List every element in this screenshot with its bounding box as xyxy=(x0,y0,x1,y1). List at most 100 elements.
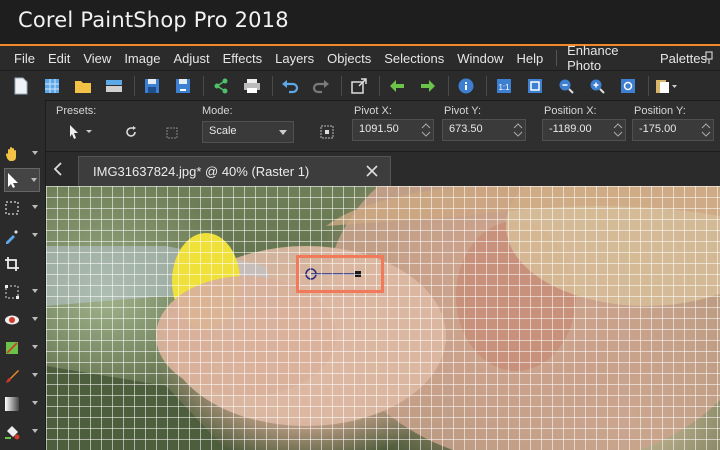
menu-window[interactable]: Window xyxy=(457,51,503,66)
toolbar-separator xyxy=(134,75,135,96)
menu-objects[interactable]: Objects xyxy=(327,51,371,66)
transform-tool[interactable] xyxy=(4,280,40,304)
toolbar-separator xyxy=(341,75,342,96)
red-eye-icon xyxy=(5,315,19,325)
straighten-tool[interactable] xyxy=(4,336,40,360)
position-x-label: Position X: xyxy=(544,105,597,117)
gradient-icon xyxy=(5,397,19,411)
pivot-x-field[interactable]: 1091.50 xyxy=(352,119,434,141)
position-x-value: -1189.00 xyxy=(549,123,592,135)
pivot-x-value: 1091.50 xyxy=(359,123,399,135)
toolbar-separator xyxy=(648,75,649,96)
presets-dropdown[interactable] xyxy=(68,125,96,144)
toolbar-separator xyxy=(379,75,380,96)
title-bar: Corel PaintShop Pro 2018 xyxy=(0,0,720,44)
menu-enhance-photo[interactable]: Enhance Photo xyxy=(567,43,647,73)
pivot-y-field[interactable]: 673.50 xyxy=(442,119,526,141)
document-tab[interactable]: IMG31637824.jpg* @ 40% (Raster 1) xyxy=(78,156,391,186)
chevron-left-icon[interactable] xyxy=(50,160,68,178)
crop-tool[interactable] xyxy=(4,252,40,276)
selection-tool[interactable] xyxy=(4,196,40,220)
fill-tool[interactable] xyxy=(4,420,40,444)
grid-icon[interactable] xyxy=(41,75,63,97)
mode-label: Mode: xyxy=(202,105,233,117)
resize-icon[interactable] xyxy=(348,75,370,97)
fill-icon xyxy=(5,426,20,440)
position-y-label: Position Y: xyxy=(634,105,686,117)
pin-icon[interactable] xyxy=(704,51,714,65)
menu-effects[interactable]: Effects xyxy=(223,51,263,66)
main-toolbar: 1:1 xyxy=(0,70,720,100)
paint-brush-tool[interactable] xyxy=(4,364,40,388)
dropper-tool[interactable] xyxy=(4,224,40,248)
scan-icon[interactable] xyxy=(103,75,125,97)
spinner-icon[interactable] xyxy=(513,122,523,138)
position-y-value: -175.00 xyxy=(639,123,677,135)
transform-icon xyxy=(5,285,19,299)
menu-layers[interactable]: Layers xyxy=(275,51,314,66)
document-tab-bar: IMG31637824.jpg* @ 40% (Raster 1) xyxy=(46,152,720,186)
menu-help[interactable]: Help xyxy=(516,51,543,66)
pan-icon xyxy=(5,147,16,161)
zoom-100-icon[interactable] xyxy=(617,75,639,97)
menu-separator xyxy=(556,50,558,66)
bounding-box-icon[interactable] xyxy=(166,126,178,144)
paint-brush-icon xyxy=(6,370,19,383)
menu-adjust[interactable]: Adjust xyxy=(173,51,209,66)
tool-options-bar: Presets: Mode: Scale Pivot X: 1091.50 Pi… xyxy=(46,100,720,152)
toolbar-separator xyxy=(203,75,204,96)
share-icon[interactable] xyxy=(210,75,232,97)
red-eye-tool[interactable] xyxy=(4,308,40,332)
spinner-icon[interactable] xyxy=(701,122,711,138)
mode-dropdown[interactable]: Scale xyxy=(202,121,294,143)
document-tab-title: IMG31637824.jpg* @ 40% (Raster 1) xyxy=(93,164,310,179)
dropper-icon xyxy=(6,230,18,244)
svg-text:1:1: 1:1 xyxy=(498,83,510,92)
print-icon[interactable] xyxy=(241,75,263,97)
zoom-in-icon[interactable] xyxy=(586,75,608,97)
pivot-y-value: 673.50 xyxy=(449,123,483,135)
toolbar-separator xyxy=(272,75,273,96)
tools-palette xyxy=(0,100,46,450)
straighten-icon xyxy=(6,342,18,354)
spinner-icon[interactable] xyxy=(421,122,431,138)
menu-view[interactable]: View xyxy=(83,51,111,66)
save-as-icon[interactable] xyxy=(172,75,194,97)
mode-value: Scale xyxy=(209,125,237,137)
info-icon[interactable] xyxy=(455,75,477,97)
menu-file[interactable]: File xyxy=(14,51,35,66)
pan-tool[interactable] xyxy=(4,142,40,166)
pick-tool[interactable] xyxy=(4,168,40,192)
menu-palettes[interactable]: Palettes xyxy=(660,51,707,66)
undo-icon[interactable] xyxy=(279,75,301,97)
zoom-out-icon[interactable] xyxy=(555,75,577,97)
position-x-field[interactable]: -1189.00 xyxy=(542,119,626,141)
menu-bar: File Edit View Image Adjust Effects Laye… xyxy=(0,43,720,73)
forward-icon[interactable] xyxy=(417,75,439,97)
fit-window-icon[interactable]: 1:1 xyxy=(493,75,515,97)
gradient-tool[interactable] xyxy=(4,392,40,416)
new-icon[interactable] xyxy=(10,75,32,97)
pixel-grid-overlay xyxy=(46,186,720,450)
position-y-field[interactable]: -175.00 xyxy=(632,119,714,141)
actual-size-icon[interactable] xyxy=(524,75,546,97)
redo-icon[interactable] xyxy=(310,75,332,97)
crop-icon xyxy=(5,257,19,271)
menu-selections[interactable]: Selections xyxy=(384,51,444,66)
save-icon[interactable] xyxy=(141,75,163,97)
chevron-down-icon xyxy=(279,130,287,135)
pivot-y-label: Pivot Y: xyxy=(444,105,482,117)
paste-icon[interactable] xyxy=(655,75,677,97)
back-icon[interactable] xyxy=(386,75,408,97)
selection-icon xyxy=(5,201,19,215)
image-canvas[interactable] xyxy=(46,186,720,450)
close-icon[interactable] xyxy=(366,165,378,177)
menu-image[interactable]: Image xyxy=(124,51,160,66)
menu-edit[interactable]: Edit xyxy=(48,51,70,66)
presets-label: Presets: xyxy=(56,105,97,117)
toolbar-separator xyxy=(448,75,449,96)
center-pivot-icon[interactable] xyxy=(320,125,334,144)
open-icon[interactable] xyxy=(72,75,94,97)
spinner-icon[interactable] xyxy=(613,122,623,138)
reset-icon[interactable] xyxy=(124,125,138,144)
